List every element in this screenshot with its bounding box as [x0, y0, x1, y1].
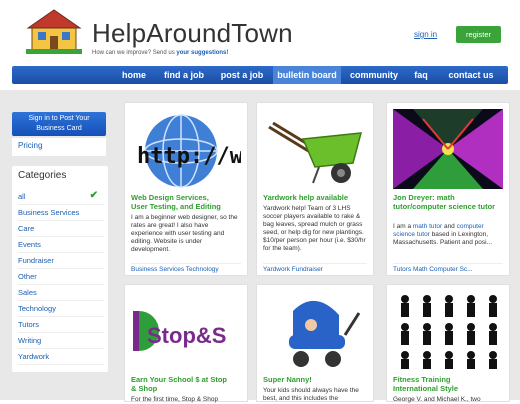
card-yardwork[interactable]: Yardwork help available Yardwork help! T… [256, 102, 374, 276]
nav-faq[interactable]: faq [407, 66, 435, 84]
post-button-line1: Sign in to Post Your [28, 115, 90, 122]
category-care[interactable]: Care [18, 222, 104, 237]
card-title-line1: Earn Your School $ at Stop [131, 375, 227, 384]
category-other[interactable]: Other [18, 270, 104, 285]
card-tags[interactable]: Business Services Technology [131, 263, 241, 274]
card-title-line1: Jon Dreyer: math [393, 193, 455, 202]
category-yardwork[interactable]: Yardwork [18, 350, 104, 365]
card-title[interactable]: Super Nanny! [263, 375, 367, 384]
nav-home[interactable]: home [116, 66, 152, 84]
site-header: HelpAroundTown How can we improve? Send … [0, 0, 520, 64]
card-title-line1: Web Design Services, [131, 193, 209, 202]
card-description: Yardwork help! Team of 3 LHS soccer play… [263, 205, 366, 252]
category-technology[interactable]: Technology [18, 302, 104, 317]
card-title[interactable]: Jon Dreyer: math tutor/computer science … [393, 193, 503, 211]
category-events[interactable]: Events [18, 238, 104, 253]
baby-stroller-icon [263, 291, 367, 371]
desc-prefix: I am a [393, 223, 412, 230]
fitness-pictograms [393, 291, 503, 371]
house-logo-icon[interactable] [26, 8, 82, 54]
stop-and-shop-logo-text: Stop&S [147, 323, 226, 348]
post-button-line2: Business Card [36, 125, 82, 132]
card-description: For the first time, Stop & Shop [131, 396, 219, 403]
card-fitness[interactable]: Fitness Training International Style Geo… [386, 284, 510, 403]
card-description: I am a beginner web designer, so the rat… [131, 214, 238, 253]
pricing-link-box[interactable]: Pricing [12, 138, 106, 156]
tagline: How can we improve? Send us your suggest… [92, 50, 228, 56]
main-nav: home find a job post a job bulletin boar… [12, 66, 508, 84]
svg-text:http://ww: http://ww [137, 144, 241, 169]
card-title-line1: Super Nanny! [263, 375, 312, 384]
card-math-tutor[interactable]: Jon Dreyer: math tutor/computer science … [386, 102, 510, 276]
card-description: George V. and Michael K., two [393, 396, 481, 403]
card-title-line1: Fitness Training [393, 375, 451, 384]
wheelbarrow-icon [263, 109, 367, 189]
card-title-line2: International Style [393, 384, 459, 393]
category-writing[interactable]: Writing [18, 334, 104, 349]
nav-community[interactable]: community [347, 66, 401, 84]
card-stop-and-shop[interactable]: Stop&S Earn Your School $ at Stop & Shop… [124, 284, 248, 403]
nav-bulletin-board[interactable]: bulletin board [273, 66, 341, 84]
category-fundraiser[interactable]: Fundraiser [18, 254, 104, 269]
globe-http-icon: http://ww [131, 109, 241, 189]
category-tutors[interactable]: Tutors [18, 318, 104, 333]
card-title[interactable]: Web Design Services, User Testing, and E… [131, 193, 241, 211]
card-title[interactable]: Fitness Training International Style [393, 375, 503, 393]
card-tags[interactable]: Yardwork Fundraiser [263, 263, 367, 274]
card-title-line2: & Shop [131, 384, 158, 393]
pricing-link[interactable]: Pricing [18, 141, 42, 150]
categories-title: Categories [18, 170, 67, 181]
math-tutor-link[interactable]: math tutor [413, 223, 442, 230]
card-title[interactable]: Earn Your School $ at Stop & Shop [131, 375, 241, 393]
nav-post-a-job[interactable]: post a job [216, 66, 268, 84]
tagline-text: How can we improve? Send us [92, 50, 175, 56]
category-all[interactable]: all ✔ [18, 190, 104, 205]
card-description: Your kids should always have the best, a… [263, 387, 359, 402]
suggestions-link[interactable]: your suggestions! [176, 50, 228, 56]
category-sales[interactable]: Sales [18, 286, 104, 301]
nav-contact-us[interactable]: contact us [440, 66, 502, 84]
site-title: HelpAroundTown [92, 18, 293, 48]
card-title-line2: tutor/computer science tutor [393, 202, 496, 211]
card-super-nanny[interactable]: Super Nanny! Your kids should always hav… [256, 284, 374, 402]
checkmark-icon: ✔ [89, 190, 98, 201]
card-title[interactable]: Yardwork help available [263, 193, 367, 202]
card-web-design[interactable]: http://ww Web Design Services, User Test… [124, 102, 248, 276]
card-title-line1: Yardwork help available [263, 193, 349, 202]
sign-in-link[interactable]: sign in [414, 30, 437, 39]
desc-mid: and [443, 223, 455, 230]
register-button[interactable]: register [456, 26, 501, 43]
category-business-services[interactable]: Business Services [18, 206, 104, 221]
post-business-card-button[interactable]: Sign in to Post Your Business Card [12, 112, 106, 136]
categories-panel: Categories all ✔ Business Services Care … [12, 166, 108, 372]
category-label: all [18, 192, 26, 201]
nav-find-a-job[interactable]: find a job [158, 66, 210, 84]
stop-and-shop-logo: Stop&S [131, 291, 241, 371]
card-tags[interactable]: Tutors Math Computer Sc... [393, 263, 503, 274]
card-title-line2: User Testing, and Editing [131, 202, 221, 211]
fractal-image [393, 109, 503, 189]
card-description: I am a math tutor and computer science t… [393, 223, 503, 247]
